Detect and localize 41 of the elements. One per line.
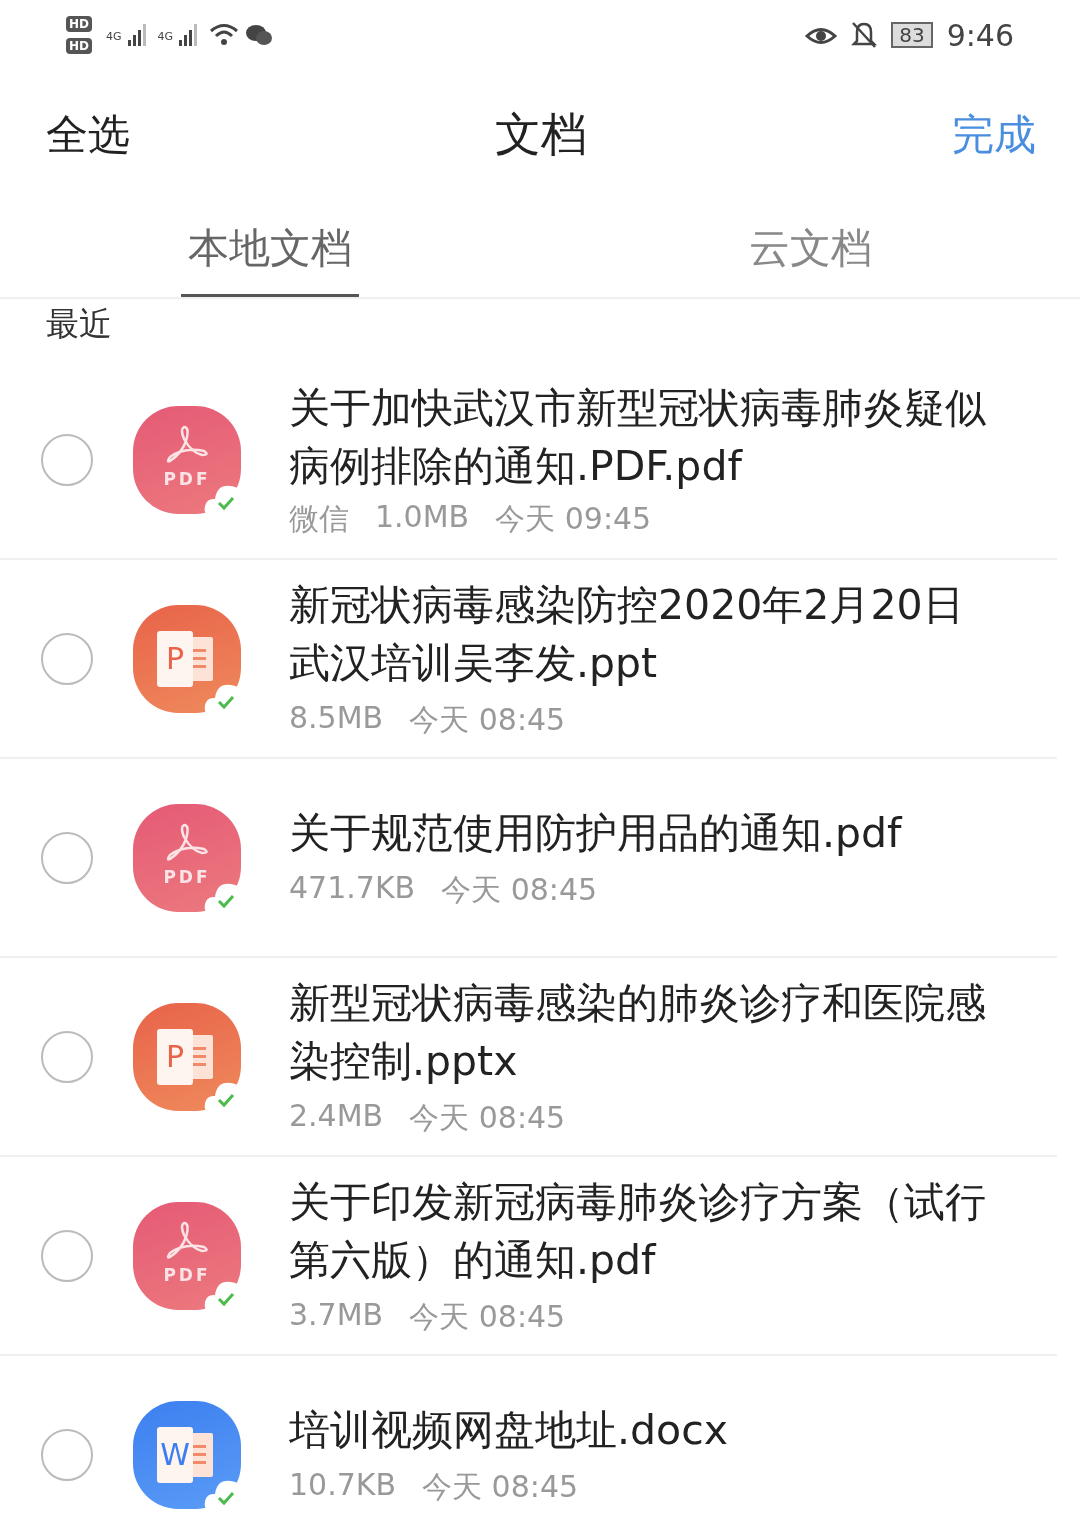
- file-meta: 8.5MB: [289, 700, 384, 737]
- file-meta: 今天 08:45: [409, 701, 566, 739]
- file-name[interactable]: 新型冠状病毒感染的肺炎诊疗和医院感染控制.pptx: [289, 974, 1001, 1090]
- file-meta: 3.7MB: [289, 1297, 384, 1334]
- wifi-icon: [209, 23, 240, 47]
- file-name[interactable]: 关于规范使用防护用品的通知.pdf: [289, 804, 1001, 862]
- file-name[interactable]: 培训视频网盘地址.docx: [289, 1401, 1001, 1459]
- radio-button[interactable]: [41, 632, 93, 685]
- network-label: 4G: [106, 30, 122, 43]
- file-meta: 2.4MB: [289, 1098, 384, 1135]
- signal-icon: [179, 24, 198, 46]
- battery-level: 83: [891, 22, 933, 48]
- bell-off-icon: [851, 21, 878, 49]
- file-meta: 10.7KB: [289, 1467, 397, 1504]
- radio-button[interactable]: [41, 1229, 93, 1282]
- radio-button[interactable]: [41, 831, 93, 884]
- radio-button[interactable]: [41, 1428, 93, 1481]
- file-meta: 1.0MB: [375, 499, 470, 536]
- file-name[interactable]: 新冠状病毒感染防控2020年2月20日武汉培训吴李发.ppt: [289, 576, 1001, 692]
- file-meta: 今天 09:45: [495, 500, 652, 538]
- signal-icon: [127, 24, 146, 46]
- file-meta: 今天 08:45: [409, 1298, 566, 1336]
- clock-time: 9:46: [946, 17, 1014, 53]
- file-name[interactable]: 关于加快武汉市新型冠状病毒肺炎疑似病例排除的通知.PDF.pdf: [289, 379, 1001, 495]
- file-meta: 今天 08:45: [422, 1468, 579, 1506]
- page-title: 文档: [495, 106, 587, 163]
- tab[interactable]: 本地文档: [0, 200, 540, 297]
- sim-label: HD: [66, 38, 92, 54]
- section-heading: 最近: [45, 303, 113, 345]
- file-meta: 471.7KB: [289, 870, 416, 907]
- radio-button[interactable]: [41, 1030, 93, 1083]
- file-meta: 微信: [289, 500, 349, 538]
- file-name[interactable]: 关于印发新冠病毒肺炎诊疗方案（试行第六版）的通知.pdf: [289, 1173, 1001, 1289]
- sim-label: HD: [66, 16, 92, 32]
- chat-icon: [245, 23, 274, 47]
- select-all-button[interactable]: 全选: [46, 107, 130, 163]
- network-label: 4G: [157, 30, 174, 43]
- file-meta: 今天 08:45: [441, 871, 598, 909]
- tab[interactable]: 云文档: [540, 200, 1080, 297]
- file-meta: 今天 08:45: [409, 1099, 566, 1137]
- radio-button[interactable]: [41, 433, 93, 486]
